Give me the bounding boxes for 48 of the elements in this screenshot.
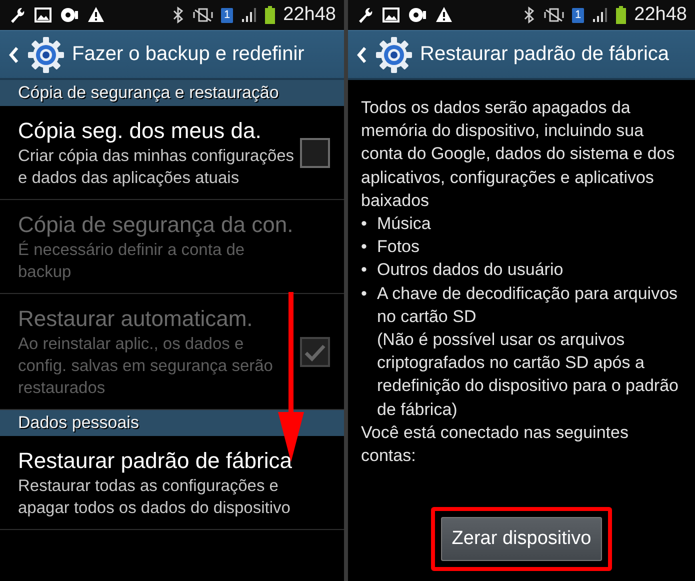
section-header: Cópia de segurança e restauração (0, 80, 344, 106)
bullet-text: A chave de decodificação para arquivos no cartão SD (377, 282, 679, 328)
sim-badge: 1 (572, 8, 584, 22)
back-icon (8, 46, 20, 64)
screen-title: Fazer o backup e redefinir (72, 43, 304, 66)
clock: 22h48 (634, 4, 687, 26)
item-title: Restaurar padrão de fábrica (18, 447, 293, 475)
bullet-marker: • (361, 213, 368, 236)
item-summary: Ao reinstalar aplic., os dados e config. salvas em segurança serão restaurados (18, 334, 274, 399)
image-icon (34, 6, 52, 24)
item-title: Cópia seg. dos meus da. (18, 117, 262, 145)
accounts-note: Você está conectado nas seguintes contas: (361, 422, 630, 468)
battery-icon (265, 6, 276, 24)
bullet-text: Música (377, 213, 431, 236)
item-title: Cópia de segurança da con. (18, 211, 294, 239)
signal-icon (241, 6, 258, 24)
settings-item[interactable]: Cópia seg. dos meus da. Criar cópia das minhas configurações e dados das aplicações atuais (0, 106, 344, 200)
bullet-text: (Não é possível usar os arquivos criptografados no cartão SD após a redefinição do dispositivo para o padrão de fábrica) (377, 329, 680, 421)
bullet-text: Outros dados do usuário (377, 259, 564, 282)
screen-title: Restaurar padrão de fábrica (420, 43, 670, 66)
settings-icon (376, 36, 412, 72)
vibrate-off-icon (193, 6, 214, 24)
sim-badge: 1 (221, 8, 234, 22)
bullet-marker: • (361, 282, 368, 305)
item-summary: Criar cópia das minhas configurações e dados das aplicações atuais (18, 146, 296, 189)
bullet-text: Fotos (377, 236, 420, 258)
warning-text: Todos os dados serão apagados da memória do dispositivo, incluindo sua conta do Google, dados do sistema e dos aplicativos, configurações e aplicativos baixados (361, 97, 676, 212)
battery-icon (616, 6, 626, 24)
item-title: Restaurar automaticam. (18, 305, 254, 333)
recorder-icon (60, 6, 79, 24)
bullet-marker: • (361, 259, 368, 282)
vibrate-off-icon (544, 6, 564, 24)
bullet-marker: • (361, 236, 368, 258)
warning-icon (435, 6, 453, 24)
recorder-icon (408, 6, 427, 24)
clock: 22h48 (283, 4, 336, 26)
signal-icon (592, 6, 608, 24)
bluetooth-icon (522, 6, 536, 24)
back-icon (356, 46, 368, 64)
section-header: Dados pessoais (0, 410, 344, 436)
warning-icon (87, 6, 105, 24)
checkbox[interactable] (300, 138, 330, 168)
reset-device-button[interactable]: Zerar dispositivo (440, 517, 602, 561)
item-summary: Restaurar todas as configurações e apagar todos os dados do dispositivo (18, 476, 292, 519)
item-summary: É necessário definir a conta de backup (18, 240, 246, 283)
image-icon (382, 6, 400, 24)
bluetooth-icon (171, 6, 186, 24)
settings-icon (28, 36, 64, 72)
